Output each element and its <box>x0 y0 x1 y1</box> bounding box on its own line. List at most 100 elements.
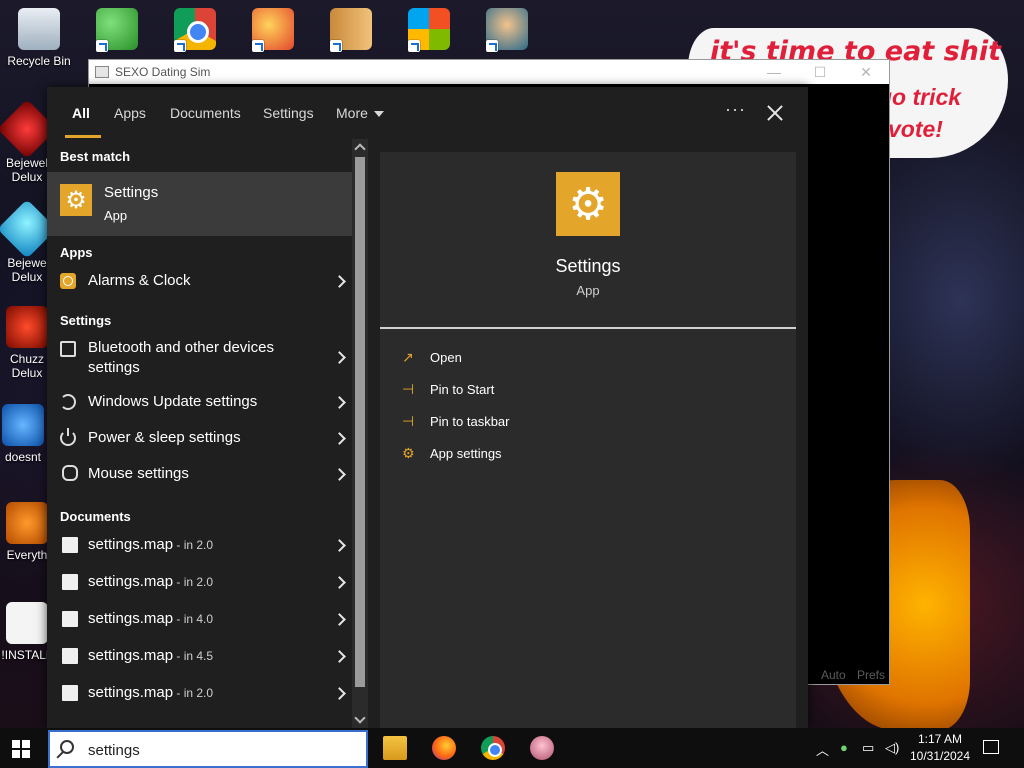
chevron-right-icon[interactable] <box>333 432 346 445</box>
action-pin-to-taskbar[interactable]: ⊣ Pin to taskbar <box>402 413 510 430</box>
tab-more[interactable]: More <box>336 105 384 121</box>
firefox-icon[interactable] <box>432 736 456 760</box>
alarm-clock-icon <box>60 273 76 289</box>
game-p-shortcut[interactable] <box>236 8 310 54</box>
result-alarms-clock[interactable]: Alarms & Clock <box>47 263 352 299</box>
results-scrollbar[interactable] <box>352 139 368 728</box>
chrome-shortcut[interactable] <box>158 8 232 54</box>
chevron-right-icon[interactable] <box>333 650 346 663</box>
result-mouse-settings[interactable]: Mouse settings <box>47 457 352 493</box>
chevron-right-icon[interactable] <box>333 351 346 364</box>
result-bluetooth-settings[interactable]: Bluetooth and other devices settings <box>47 333 352 385</box>
scrollbar-thumb[interactable] <box>355 157 365 687</box>
desktop-icon-label: doesnt <box>4 450 42 464</box>
power-icon <box>60 428 76 446</box>
update-icon <box>60 394 76 410</box>
taskbar-search-box[interactable] <box>48 730 368 768</box>
mouse-icon <box>62 465 78 481</box>
gear-icon: ⚙ <box>402 445 415 461</box>
recycle-bin-shortcut[interactable]: Recycle Bin <box>2 8 76 68</box>
tab-all[interactable]: All <box>72 105 90 121</box>
scroll-down-arrow-icon[interactable] <box>354 712 366 724</box>
file-explorer-icon[interactable] <box>383 736 407 760</box>
show-hidden-icons-chevron-icon[interactable]: ︿ <box>816 740 829 759</box>
windows-search-panel: All Apps Documents Settings More ··· Bes… <box>47 87 808 728</box>
result-windows-update-settings[interactable]: Windows Update settings <box>47 385 352 421</box>
bubble-line-3: vote! <box>888 116 943 142</box>
action-pin-to-start[interactable]: ⊣ Pin to Start <box>402 381 494 398</box>
chrome-icon[interactable] <box>481 736 505 760</box>
tab-settings[interactable]: Settings <box>263 105 314 121</box>
maximize-button[interactable]: ☐ <box>797 64 843 81</box>
action-open[interactable]: ↗ Open <box>402 349 462 366</box>
result-label-line-2: settings <box>88 359 140 376</box>
detail-divider <box>380 327 796 329</box>
user-presence-icon[interactable]: ● <box>840 740 848 755</box>
prefs-button[interactable]: Prefs <box>857 668 885 682</box>
tab-apps[interactable]: Apps <box>114 105 146 121</box>
doesnt-shortcut[interactable]: doesnt <box>0 404 54 464</box>
chevron-right-icon[interactable] <box>333 576 346 589</box>
pin-icon: ⊣ <box>402 381 415 397</box>
folder-shortcut[interactable] <box>314 8 388 54</box>
result-label: Windows Update settings <box>88 393 258 410</box>
start-button[interactable] <box>12 740 30 758</box>
windows-logo-icon <box>12 740 20 748</box>
result-label: Mouse settings <box>88 465 189 482</box>
close-window-button[interactable]: ✕ <box>843 64 889 81</box>
search-input[interactable] <box>88 738 358 762</box>
game-character-shortcut[interactable] <box>470 8 544 54</box>
result-document[interactable]: settings.map - in 2.0 <box>47 564 352 601</box>
chrome-icon <box>174 8 216 52</box>
chevron-right-icon[interactable] <box>333 468 346 481</box>
close-search-button[interactable] <box>763 101 787 125</box>
document-location: - in 4.5 <box>173 649 214 663</box>
text-document-icon <box>6 602 48 644</box>
pin-icon: ⊣ <box>402 413 415 429</box>
chevron-right-icon[interactable] <box>333 396 346 409</box>
result-document[interactable]: settings.map - in 2.0 <box>47 675 352 712</box>
shortcut-arrow-icon <box>96 40 108 52</box>
action-label: App settings <box>430 446 502 461</box>
notifications-icon[interactable] <box>983 740 999 754</box>
more-options-button[interactable]: ··· <box>725 99 746 120</box>
game-p-icon <box>252 8 294 52</box>
game-taskbar-icon[interactable] <box>530 736 554 760</box>
clock-time: 1:17 AM <box>917 732 963 746</box>
best-match-result[interactable]: ⚙ Settings App <box>47 172 352 236</box>
result-document[interactable]: settings.map - in 4.0 <box>47 601 352 638</box>
chevron-right-icon[interactable] <box>333 539 346 552</box>
network-icon[interactable]: ▭ <box>862 740 874 756</box>
document-name: settings.map <box>88 536 174 553</box>
messenger-shortcut[interactable] <box>80 8 154 54</box>
active-tab-indicator <box>65 135 101 138</box>
search-icon <box>60 740 74 754</box>
document-location: - in 2.0 <box>173 538 214 552</box>
action-label: Open <box>430 350 462 365</box>
shortcut-arrow-icon <box>330 40 342 52</box>
result-document[interactable]: settings.map - in 2.0 <box>47 527 352 564</box>
shield-shortcut[interactable] <box>392 8 466 54</box>
window-app-icon <box>95 66 109 78</box>
chevron-right-icon[interactable] <box>333 613 346 626</box>
result-document[interactable]: settings.map - in 4.5 <box>47 638 352 675</box>
shortcut-arrow-icon <box>486 40 498 52</box>
taskbar-clock[interactable]: 1:17 AM 10/31/2024 <box>900 731 980 765</box>
result-label-line-1: Bluetooth and other devices <box>88 339 274 356</box>
search-filter-tabs: All Apps Documents Settings More ··· <box>47 87 808 139</box>
section-heading-documents: Documents <box>60 509 131 524</box>
chevron-right-icon[interactable] <box>333 687 346 700</box>
action-app-settings[interactable]: ⚙ App settings <box>402 445 502 462</box>
section-heading-apps: Apps <box>60 245 93 260</box>
result-power-sleep-settings[interactable]: Power & sleep settings <box>47 421 352 457</box>
scroll-up-arrow-icon[interactable] <box>354 143 366 155</box>
document-icon <box>62 574 78 590</box>
volume-icon[interactable]: ◁) <box>885 740 899 756</box>
desktop-icon-label: Recycle Bin <box>7 54 71 68</box>
document-icon <box>62 685 78 701</box>
chevron-right-icon[interactable] <box>333 275 346 288</box>
game-window-titlebar[interactable]: SEXO Dating Sim — ☐ ✕ <box>89 60 889 84</box>
auto-button[interactable]: Auto <box>821 668 846 682</box>
minimize-button[interactable]: — <box>751 64 797 81</box>
tab-documents[interactable]: Documents <box>170 105 241 121</box>
